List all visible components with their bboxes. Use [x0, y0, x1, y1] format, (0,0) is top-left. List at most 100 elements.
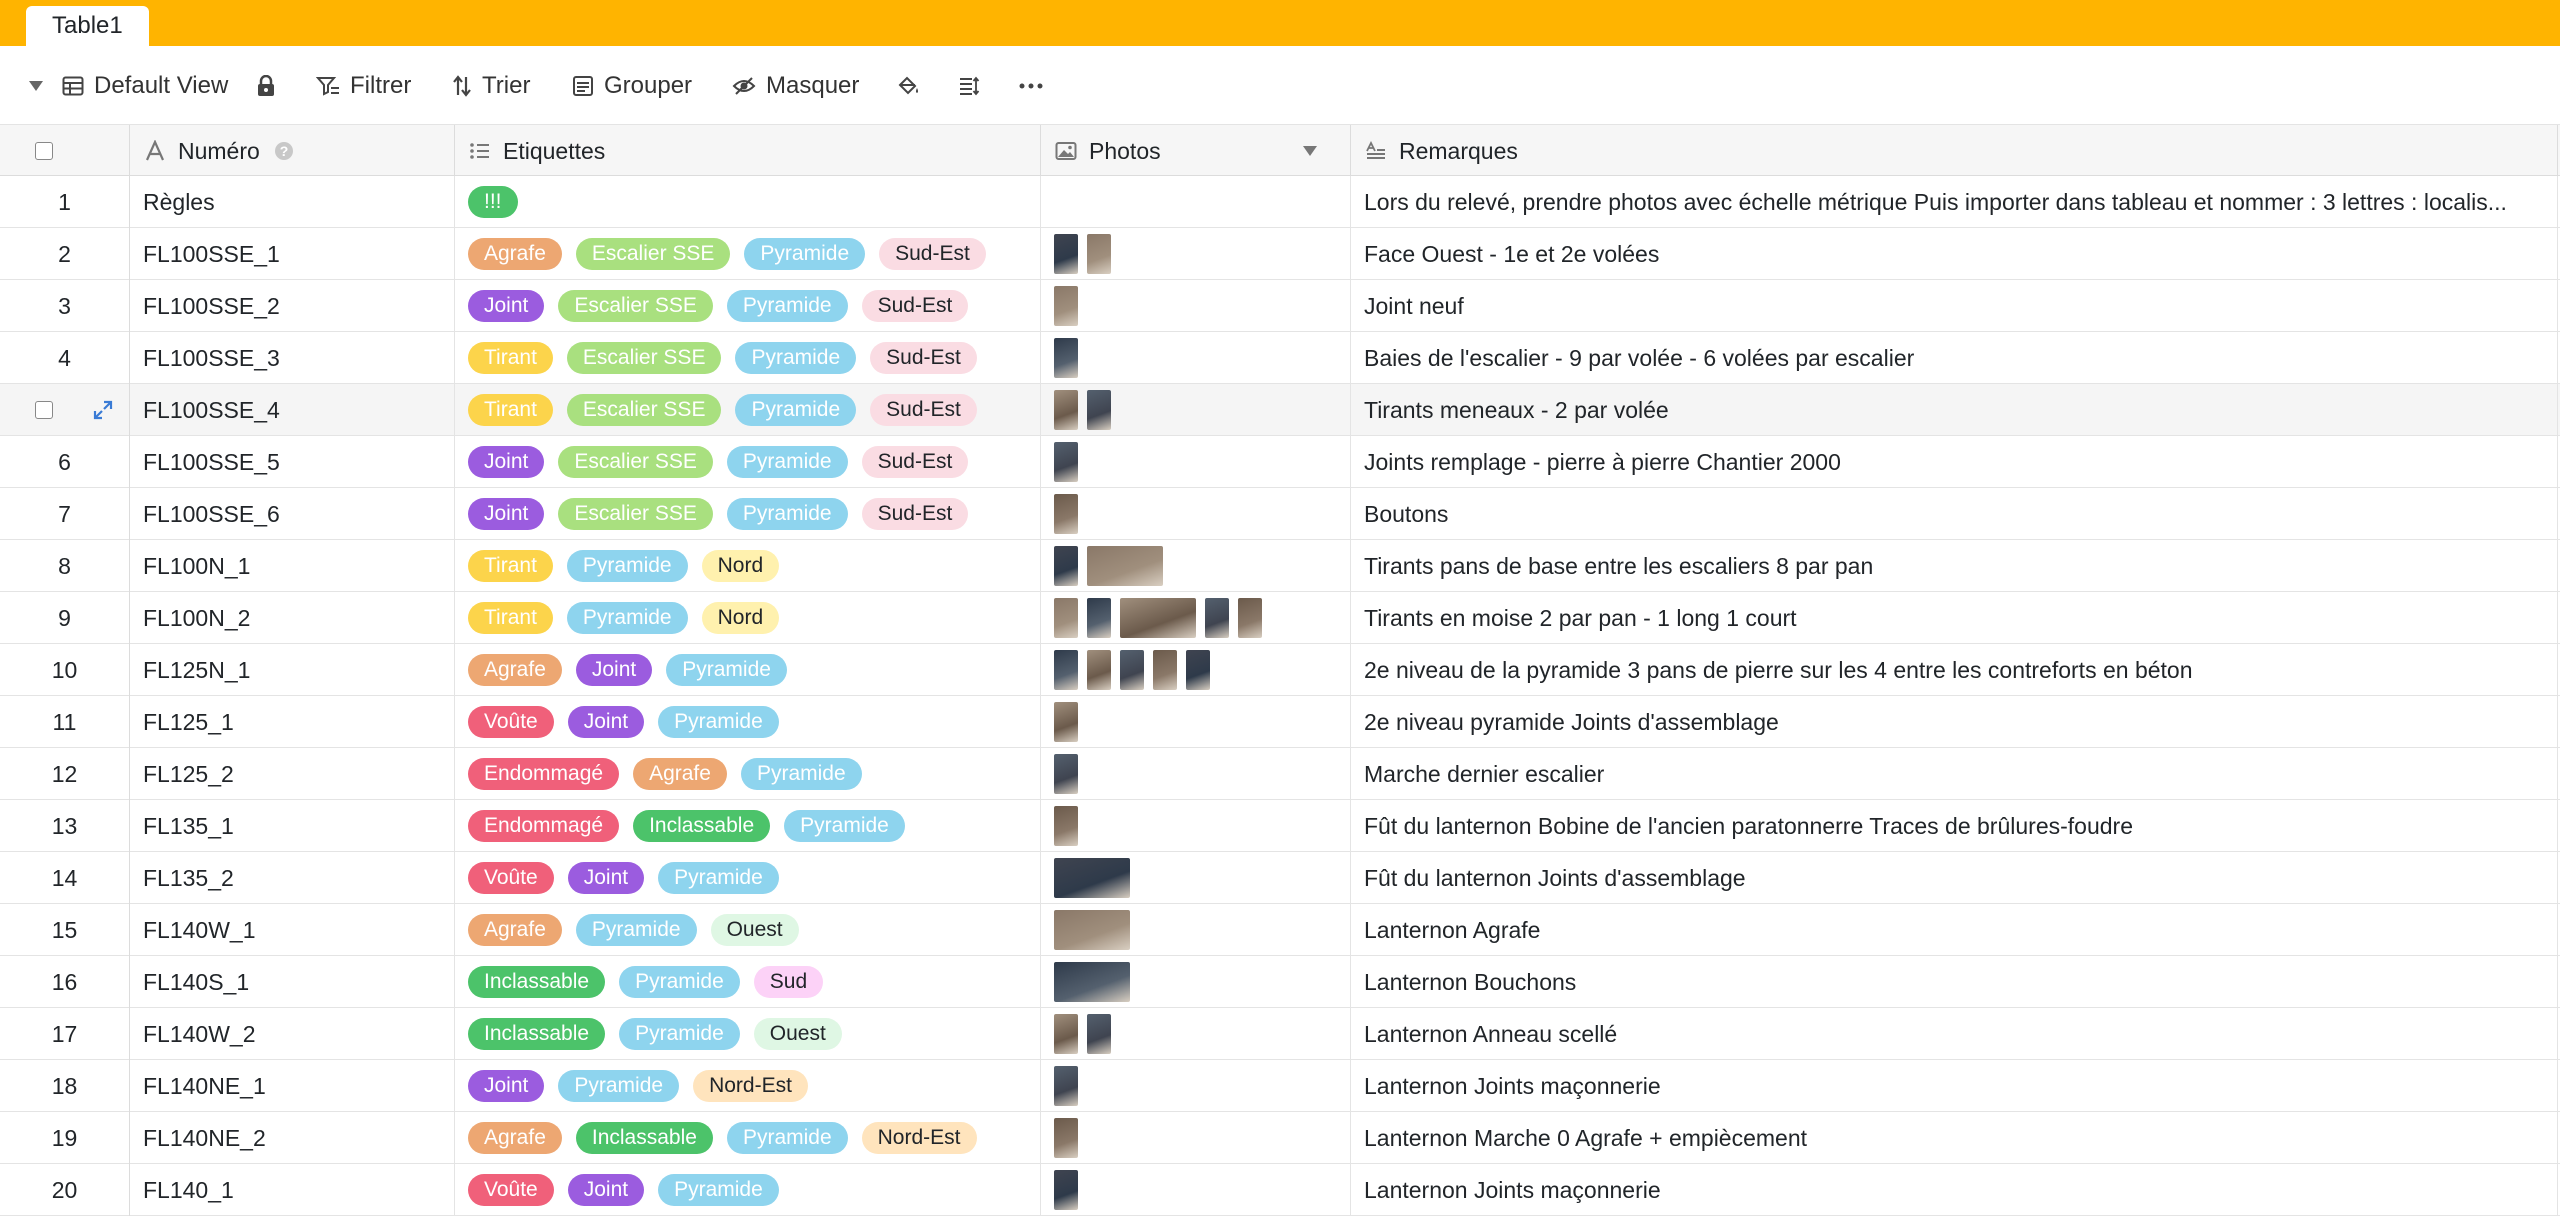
cell-photos[interactable]: [1041, 956, 1351, 1008]
photo-thumbnail[interactable]: [1087, 234, 1111, 274]
select-all-checkbox[interactable]: [35, 142, 53, 160]
row-index-cell[interactable]: 20: [0, 1164, 130, 1216]
table-row[interactable]: 6 FL100SSE_5 Joint Escalier SSE Pyramide Sud-…: [0, 436, 2560, 488]
row-height-button[interactable]: [958, 70, 980, 102]
hide-columns-button[interactable]: Masquer: [732, 70, 859, 102]
cell-etiquettes[interactable]: Joint Pyramide Nord-Est: [455, 1060, 1041, 1112]
table-row[interactable]: 12 FL125_2 Endommagé Agrafe Pyramide Marche d…: [0, 748, 2560, 800]
row-index-cell[interactable]: 8: [0, 540, 130, 592]
cell-photos[interactable]: [1041, 540, 1351, 592]
cell-remarques[interactable]: Fût du lanternon Joints d'assemblage: [1351, 852, 2558, 904]
cell-photos[interactable]: [1041, 176, 1351, 228]
cell-numero[interactable]: FL100SSE_4: [130, 384, 455, 436]
row-index-cell[interactable]: 19: [0, 1112, 130, 1164]
cell-remarques[interactable]: Lanternon Marche 0 Agrafe + empiècement: [1351, 1112, 2558, 1164]
cell-remarques[interactable]: Joints remplage - pierre à pierre Chanti…: [1351, 436, 2558, 488]
cell-photos[interactable]: [1041, 1164, 1351, 1216]
table-row[interactable]: 10 FL125N_1 Agrafe Joint Pyramide 2e niveau d…: [0, 644, 2560, 696]
cell-photos[interactable]: [1041, 852, 1351, 904]
cell-numero[interactable]: FL100N_2: [130, 592, 455, 644]
cell-numero[interactable]: FL100SSE_6: [130, 488, 455, 540]
column-header-etiquettes[interactable]: Etiquettes: [455, 125, 1041, 177]
photo-thumbnail[interactable]: [1054, 598, 1078, 638]
photo-thumbnail[interactable]: [1054, 546, 1078, 586]
cell-etiquettes[interactable]: Voûte Joint Pyramide: [455, 1164, 1041, 1216]
photo-thumbnail[interactable]: [1054, 702, 1078, 742]
cell-remarques[interactable]: Lanternon Bouchons: [1351, 956, 2558, 1008]
cell-remarques[interactable]: Tirants meneaux - 2 par volée: [1351, 384, 2558, 436]
cell-remarques[interactable]: Marche dernier escalier: [1351, 748, 2558, 800]
row-index-cell[interactable]: 7: [0, 488, 130, 540]
photo-thumbnail[interactable]: [1153, 650, 1177, 690]
cell-etiquettes[interactable]: Inclassable Pyramide Ouest: [455, 1008, 1041, 1060]
cell-remarques[interactable]: Tirants pans de base entre les escaliers…: [1351, 540, 2558, 592]
cell-numero[interactable]: FL100SSE_1: [130, 228, 455, 280]
cell-numero[interactable]: FL140W_1: [130, 904, 455, 956]
photo-thumbnail[interactable]: [1120, 650, 1144, 690]
cell-numero[interactable]: FL100SSE_3: [130, 332, 455, 384]
row-index-cell[interactable]: 18: [0, 1060, 130, 1112]
row-index-cell[interactable]: 12: [0, 748, 130, 800]
table-row[interactable]: 1 Règles!!! Lors du relevé, prendre photos…: [0, 176, 2560, 228]
cell-numero[interactable]: FL140S_1: [130, 956, 455, 1008]
tab-table1[interactable]: Table1: [26, 6, 149, 46]
table-row[interactable]: 3 FL100SSE_2 Joint Escalier SSE Pyramide Sud-…: [0, 280, 2560, 332]
cell-photos[interactable]: [1041, 488, 1351, 540]
expand-row-icon[interactable]: [93, 400, 113, 420]
cell-remarques[interactable]: 2e niveau pyramide Joints d'assemblage: [1351, 696, 2558, 748]
photo-thumbnail[interactable]: [1087, 1014, 1111, 1054]
photo-thumbnail[interactable]: [1087, 390, 1111, 430]
cell-numero[interactable]: FL140_1: [130, 1164, 455, 1216]
table-row[interactable]: 14 FL135_2 Voûte Joint Pyramide Fût du lanter…: [0, 852, 2560, 904]
table-row[interactable]: 9 FL100N_2 Tirant Pyramide Nord Tirants en mo…: [0, 592, 2560, 644]
column-header-photos[interactable]: Photos: [1041, 125, 1351, 177]
row-index-cell[interactable]: 17: [0, 1008, 130, 1060]
cell-etiquettes[interactable]: !!!: [455, 176, 1041, 228]
help-icon[interactable]: ?: [274, 141, 294, 161]
cell-photos[interactable]: [1041, 644, 1351, 696]
row-index-cell[interactable]: 3: [0, 280, 130, 332]
cell-etiquettes[interactable]: Joint Escalier SSE Pyramide Sud-Est: [455, 436, 1041, 488]
table-row[interactable]: 18 FL140NE_1 Joint Pyramide Nord-Est Lanterno…: [0, 1060, 2560, 1112]
cell-etiquettes[interactable]: Agrafe Joint Pyramide: [455, 644, 1041, 696]
photo-thumbnail[interactable]: [1054, 1014, 1078, 1054]
table-row[interactable]: 4 FL100SSE_3 Tirant Escalier SSE Pyramide Sud…: [0, 332, 2560, 384]
cell-remarques[interactable]: Tirants en moise 2 par pan - 1 long 1 co…: [1351, 592, 2558, 644]
cell-photos[interactable]: [1041, 1060, 1351, 1112]
cell-remarques[interactable]: Joint neuf: [1351, 280, 2558, 332]
cell-photos[interactable]: [1041, 384, 1351, 436]
row-index-cell[interactable]: 13: [0, 800, 130, 852]
cell-photos[interactable]: [1041, 748, 1351, 800]
photo-thumbnail[interactable]: [1054, 806, 1078, 846]
photo-thumbnail[interactable]: [1054, 338, 1078, 378]
photo-thumbnail[interactable]: [1186, 650, 1210, 690]
column-header-remarques[interactable]: Remarques: [1351, 125, 2558, 177]
cell-remarques[interactable]: Face Ouest - 1e et 2e volées: [1351, 228, 2558, 280]
cell-photos[interactable]: [1041, 332, 1351, 384]
view-menu-toggle[interactable]: [28, 70, 44, 102]
cell-etiquettes[interactable]: Agrafe Escalier SSE Pyramide Sud-Est: [455, 228, 1041, 280]
cell-etiquettes[interactable]: Inclassable Pyramide Sud: [455, 956, 1041, 1008]
table-row[interactable]: 7 FL100SSE_6 Joint Escalier SSE Pyramide Sud-…: [0, 488, 2560, 540]
cell-remarques[interactable]: Lors du relevé, prendre photos avec éche…: [1351, 176, 2558, 228]
caret-down-icon[interactable]: [1302, 145, 1318, 157]
cell-numero[interactable]: FL140NE_2: [130, 1112, 455, 1164]
filter-button[interactable]: Filtrer: [316, 70, 411, 102]
column-header-numero[interactable]: Numéro ?: [130, 125, 455, 177]
table-row[interactable]: 2 FL100SSE_1 Agrafe Escalier SSE Pyramide Sud…: [0, 228, 2560, 280]
row-index-cell[interactable]: 6: [0, 436, 130, 488]
photo-thumbnail[interactable]: [1087, 598, 1111, 638]
table-row[interactable]: FL100SSE_4 Tirant Escalier SSE Pyramide Sud-…: [0, 384, 2560, 436]
table-row[interactable]: 11 FL125_1 Voûte Joint Pyramide 2e niveau pyr…: [0, 696, 2560, 748]
cell-numero[interactable]: FL135_2: [130, 852, 455, 904]
table-row[interactable]: 8 FL100N_1 Tirant Pyramide Nord Tirants pans …: [0, 540, 2560, 592]
cell-remarques[interactable]: 2e niveau de la pyramide 3 pans de pierr…: [1351, 644, 2558, 696]
cell-numero[interactable]: FL135_1: [130, 800, 455, 852]
cell-photos[interactable]: [1041, 228, 1351, 280]
cell-numero[interactable]: Règles: [130, 176, 455, 228]
cell-photos[interactable]: [1041, 800, 1351, 852]
cell-etiquettes[interactable]: Tirant Escalier SSE Pyramide Sud-Est: [455, 384, 1041, 436]
row-color-button[interactable]: [896, 70, 920, 102]
table-row[interactable]: 17 FL140W_2 Inclassable Pyramide Ouest Lanter…: [0, 1008, 2560, 1060]
photo-thumbnail[interactable]: [1054, 442, 1078, 482]
